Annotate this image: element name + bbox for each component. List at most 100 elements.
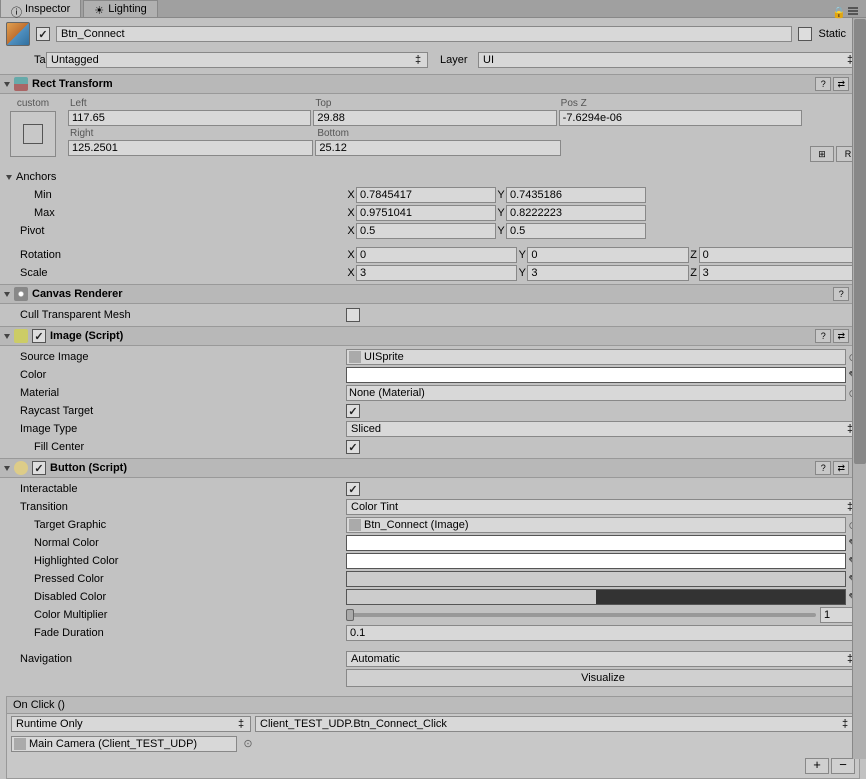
source-image-label: Source Image	[6, 351, 346, 363]
top-input[interactable]	[313, 110, 556, 126]
foldout-icon[interactable]	[4, 82, 10, 87]
help-button[interactable]: ?	[815, 461, 831, 475]
tag-layer-row: Tag Untagged ‡ Layer UI ‡	[0, 50, 866, 70]
material-field[interactable]: None (Material)	[346, 385, 846, 401]
preset-button[interactable]: ⇄	[833, 329, 849, 343]
fade-duration-input[interactable]	[346, 625, 860, 641]
gameobject-icon[interactable]	[6, 22, 30, 46]
tag-dropdown[interactable]: Untagged ‡	[46, 52, 428, 68]
fill-center-checkbox[interactable]	[346, 440, 360, 454]
max-label: Max	[6, 207, 346, 219]
fade-duration-label: Fade Duration	[6, 627, 346, 639]
bottom-input[interactable]	[315, 140, 560, 156]
image-component-icon	[14, 329, 28, 343]
tab-label: Lighting	[108, 3, 147, 15]
scale-label: Scale	[6, 267, 346, 279]
navigation-dropdown[interactable]: Automatic‡	[346, 651, 860, 667]
rotation-z[interactable]	[699, 247, 860, 263]
blueprint-button[interactable]: ⊞	[810, 146, 834, 162]
anchor-max-x[interactable]	[356, 205, 496, 221]
disabled-color-field[interactable]	[346, 589, 846, 605]
tab-lighting[interactable]: ☀ Lighting	[83, 0, 158, 17]
panel-menu-button[interactable]	[846, 5, 860, 17]
cull-mesh-checkbox[interactable]	[346, 308, 360, 322]
runtime-dropdown[interactable]: Runtime Only‡	[11, 716, 251, 732]
left-input[interactable]	[68, 110, 311, 126]
highlighted-color-field[interactable]	[346, 553, 846, 569]
anchor-min-y[interactable]	[506, 187, 646, 203]
anchor-preset[interactable]: custom	[6, 98, 60, 162]
anchor-max-y[interactable]	[506, 205, 646, 221]
pressed-color-field[interactable]	[346, 571, 846, 587]
event-target-field[interactable]: Main Camera (Client_TEST_UDP)	[11, 736, 237, 752]
transition-label: Transition	[6, 501, 346, 513]
scale-z[interactable]	[699, 265, 860, 281]
interactable-checkbox[interactable]	[346, 482, 360, 496]
anchor-min-x[interactable]	[356, 187, 496, 203]
remove-event-button[interactable]: −	[831, 758, 855, 774]
transition-dropdown[interactable]: Color Tint‡	[346, 499, 860, 515]
static-label: Static	[818, 28, 846, 40]
rotation-y[interactable]	[527, 247, 688, 263]
button-enabled-checkbox[interactable]	[32, 461, 46, 475]
info-icon: ⓘ	[11, 4, 21, 14]
image-enabled-checkbox[interactable]	[32, 329, 46, 343]
raycast-checkbox[interactable]	[346, 404, 360, 418]
anchors-label: Anchors	[12, 171, 56, 183]
onclick-header: On Click ()	[7, 697, 859, 714]
fill-center-label: Fill Center	[6, 441, 346, 453]
tab-label: Inspector	[25, 3, 70, 15]
raycast-label: Raycast Target	[6, 405, 346, 417]
help-button[interactable]: ?	[815, 77, 831, 91]
foldout-icon[interactable]	[4, 292, 10, 297]
target-graphic-label: Target Graphic	[6, 519, 346, 531]
sun-icon: ☀	[94, 4, 104, 14]
rotation-x[interactable]	[356, 247, 517, 263]
image-icon	[349, 519, 361, 531]
interactable-label: Interactable	[6, 483, 346, 495]
posz-input[interactable]	[559, 110, 802, 126]
lock-icon[interactable]: 🔒	[832, 6, 842, 16]
scrollbar[interactable]	[852, 18, 866, 759]
preset-button[interactable]: ⇄	[833, 461, 849, 475]
method-dropdown[interactable]: Client_TEST_UDP.Btn_Connect_Click‡	[255, 716, 855, 732]
object-picker-button[interactable]	[241, 736, 255, 750]
component-title: Canvas Renderer	[32, 288, 123, 300]
highlighted-color-label: Highlighted Color	[6, 555, 346, 567]
color-label: Color	[6, 369, 346, 381]
scale-x[interactable]	[356, 265, 517, 281]
source-image-field[interactable]: UISprite	[346, 349, 846, 365]
pressed-color-label: Pressed Color	[6, 573, 346, 585]
help-button[interactable]: ?	[815, 329, 831, 343]
color-multiplier-slider[interactable]	[346, 613, 816, 617]
color-field[interactable]	[346, 367, 846, 383]
layer-dropdown[interactable]: UI ‡	[478, 52, 860, 68]
gameobject-name-input[interactable]	[56, 26, 792, 42]
image-type-label: Image Type	[6, 423, 346, 435]
pivot-x[interactable]	[356, 223, 496, 239]
active-checkbox[interactable]	[36, 27, 50, 41]
rect-transform-icon	[14, 77, 28, 91]
tab-inspector[interactable]: ⓘ Inspector	[0, 0, 81, 17]
help-button[interactable]: ?	[833, 287, 849, 301]
static-checkbox[interactable]	[798, 27, 812, 41]
component-title: Image (Script)	[50, 330, 123, 342]
button-component-icon	[14, 461, 28, 475]
gameobject-icon	[14, 738, 26, 750]
component-title: Rect Transform	[32, 78, 113, 90]
add-event-button[interactable]: +	[805, 758, 829, 774]
right-input[interactable]	[68, 140, 313, 156]
target-graphic-field[interactable]: Btn_Connect (Image)	[346, 517, 846, 533]
normal-color-field[interactable]	[346, 535, 846, 551]
image-type-dropdown[interactable]: Sliced‡	[346, 421, 860, 437]
foldout-icon[interactable]	[4, 466, 10, 471]
canvas-renderer-header: Canvas Renderer ? ⚙	[0, 284, 866, 304]
preset-button[interactable]: ⇄	[833, 77, 849, 91]
sprite-icon	[349, 351, 361, 363]
scale-y[interactable]	[527, 265, 688, 281]
visualize-button[interactable]: Visualize	[346, 669, 860, 687]
foldout-icon[interactable]	[4, 334, 10, 339]
material-label: Material	[6, 387, 346, 399]
rotation-label: Rotation	[6, 249, 346, 261]
pivot-y[interactable]	[506, 223, 646, 239]
